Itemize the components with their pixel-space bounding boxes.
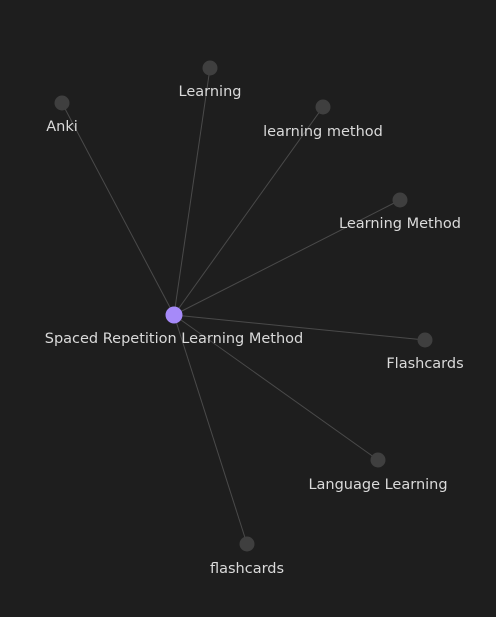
edge-learning-1 [173,67,211,316]
graph-node-learning-1-dot[interactable] [202,60,218,76]
graph-node-anki-0-label[interactable]: Anki [46,119,78,135]
graph-node-learning-method-3-dot[interactable] [392,192,408,208]
graph-node-learning-method-3[interactable]: Learning Method [339,192,461,233]
graph-node-flashcards-6-dot[interactable] [239,536,255,552]
edge-anki-0 [61,102,175,316]
graph-node-language-learning-5-label[interactable]: Language Learning [308,477,447,493]
graph-node-learning-1-label[interactable]: Learning [179,84,242,100]
graph-node-learning-method-2[interactable]: learning method [263,99,383,141]
center-node[interactable]: Spaced Repetition Learning Method [45,306,304,348]
graph-nodes: Anki Learning learning method Learning Meth… [45,60,464,578]
graph-node-learning-1[interactable]: Learning [179,60,242,101]
graph-node-flashcards-4-label[interactable]: Flashcards [386,356,463,372]
graph-node-learning-method-3-label[interactable]: Learning Method [339,216,461,232]
graph-node-anki-0-dot[interactable] [54,95,70,111]
graph-node-language-learning-5[interactable]: Language Learning [308,452,448,494]
graph-node-flashcards-4[interactable]: Flashcards [386,332,464,373]
graph-node-language-learning-5-dot[interactable] [370,452,386,468]
edge-flashcards-6 [173,314,248,545]
graph-node-anki-0[interactable]: Anki [46,95,78,136]
center-node-dot[interactable] [165,306,183,324]
graph-node-flashcards-6[interactable]: flashcards [210,536,284,578]
graph-canvas[interactable]: Anki Learning learning method Learning Meth… [0,0,496,617]
graph-node-learning-method-2-label[interactable]: learning method [263,124,383,140]
graph-node-learning-method-2-dot[interactable] [315,99,331,115]
graph-node-flashcards-6-label[interactable]: flashcards [210,561,284,577]
graph-node-flashcards-4-dot[interactable] [417,332,433,348]
graph-view[interactable]: Anki Learning learning method Learning Meth… [0,0,496,617]
center-node-label[interactable]: Spaced Repetition Learning Method [45,331,304,347]
